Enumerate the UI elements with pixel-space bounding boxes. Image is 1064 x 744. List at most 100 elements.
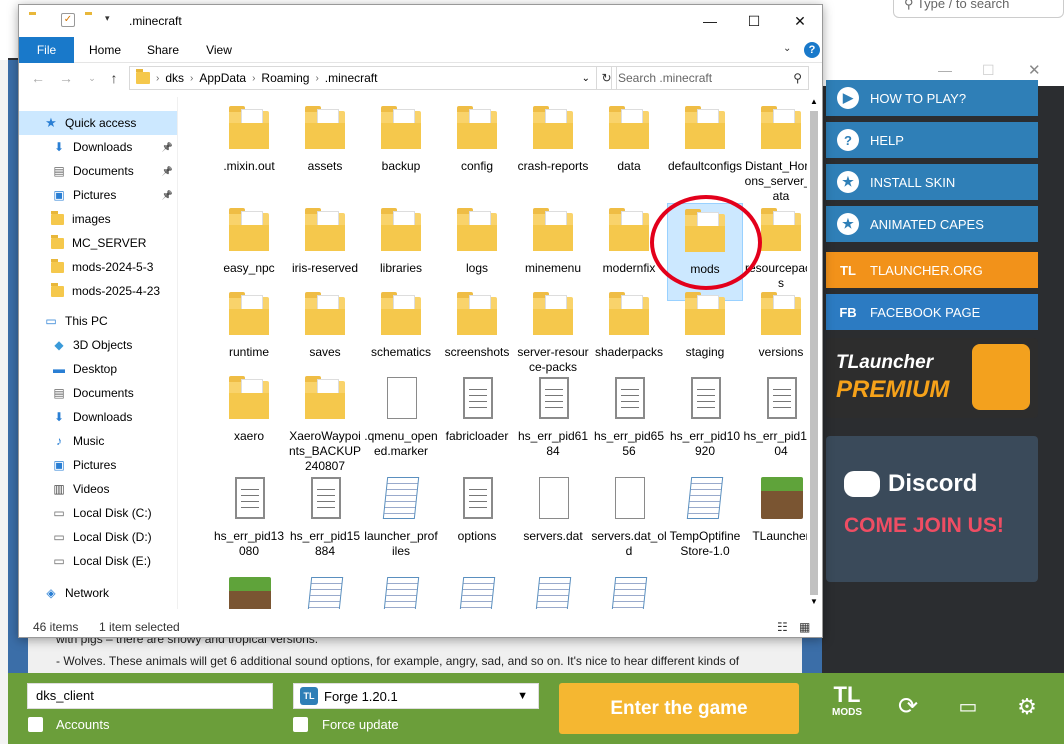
nav-item-folder[interactable]: images: [19, 207, 177, 231]
file-item[interactable]: servers.dat: [515, 471, 591, 569]
animated-capes-button[interactable]: ★ ANIMATED CAPES: [826, 206, 1038, 242]
settings-gear-icon[interactable]: ⚙: [1012, 692, 1042, 722]
file-item[interactable]: hs_err_pid10920: [667, 371, 743, 469]
help-button[interactable]: ? HELP: [826, 122, 1038, 158]
file-item[interactable]: hs_err_pid13080: [211, 471, 287, 569]
nav-item-folder[interactable]: MC_SERVER: [19, 231, 177, 255]
back-arrow-icon[interactable]: ←: [29, 69, 47, 87]
address-dropdown-icon[interactable]: ⌄: [582, 73, 590, 84]
version-select[interactable]: TL Forge 1.20.1 ▼: [293, 683, 539, 709]
folder-item[interactable]: crash-reports: [515, 101, 591, 199]
force-update-checkbox[interactable]: [293, 717, 308, 732]
folder-item[interactable]: Distant_Horizons_server_data: [743, 101, 807, 203]
file-item[interactable]: hs_err_pid15884: [287, 471, 363, 569]
nav-quick-access[interactable]: ★ Quick access: [19, 111, 177, 135]
pane-divider[interactable]: [177, 97, 178, 609]
nav-network[interactable]: ◈ Network: [19, 581, 177, 605]
pin-icon[interactable]: 📌: [162, 190, 173, 201]
file-item[interactable]: options: [439, 471, 515, 569]
background-search-input[interactable]: ⚲ Type / to search: [893, 0, 1064, 18]
nav-this-pc[interactable]: ▭ This PC: [19, 309, 177, 333]
discord-banner[interactable]: Discord COME JOIN US!: [826, 436, 1038, 582]
expand-ribbon-icon[interactable]: ⌄: [783, 43, 791, 54]
forward-arrow-icon[interactable]: →: [57, 69, 75, 87]
file-item[interactable]: servers.dat_old: [591, 471, 667, 569]
file-item[interactable]: TLauncher: [743, 471, 807, 569]
file-item[interactable]: TrashSlotSa: [363, 571, 439, 609]
launcher-minimize-button[interactable]: —: [938, 62, 952, 78]
nav-item-pc[interactable]: ▣ Pictures: [19, 453, 177, 477]
tab-home[interactable]: Home: [81, 37, 129, 63]
nav-item-pc[interactable]: ▬ Desktop: [19, 357, 177, 381]
help-icon[interactable]: ?: [804, 42, 820, 58]
file-item[interactable]: usernamec: [515, 571, 591, 609]
minimize-button[interactable]: —: [687, 5, 733, 37]
facebook-page-link[interactable]: FB FACEBOOK PAGE: [826, 294, 1038, 330]
file-item[interactable]: worlds: [591, 571, 667, 609]
scroll-down-icon[interactable]: ▼: [810, 597, 818, 606]
maximize-button[interactable]: ☐: [731, 5, 777, 37]
nav-item-pc[interactable]: ⬇ Downloads: [19, 405, 177, 429]
folder-item[interactable]: defaultconfigs: [667, 101, 743, 199]
tab-file[interactable]: File: [19, 37, 74, 63]
nav-item-pc[interactable]: ▤ Documents: [19, 381, 177, 405]
folder-item[interactable]: config: [439, 101, 515, 199]
address-bar[interactable]: › dks › AppData › Roaming › .minecraft ⌄: [129, 66, 597, 90]
scrollbar-thumb[interactable]: [810, 111, 818, 595]
nav-item-pc[interactable]: ♪ Music: [19, 429, 177, 453]
nav-item-pictures[interactable]: ▣ Pictures 📌: [19, 183, 177, 207]
close-button[interactable]: ✕: [777, 5, 823, 37]
file-item[interactable]: hs_err_pid6556: [591, 371, 667, 469]
file-item[interactable]: hs_err_pid6184: [515, 371, 591, 469]
customize-toolbar-icon[interactable]: ▾: [105, 13, 119, 27]
file-item[interactable]: .qmenu_opened.marker: [363, 371, 439, 469]
file-item[interactable]: usercache: [439, 571, 515, 609]
tlauncher-org-link[interactable]: TL TLAUNCHER.ORG: [826, 252, 1038, 288]
nav-item-pc[interactable]: ◆ 3D Objects: [19, 333, 177, 357]
tlmods-logo[interactable]: TL MODS: [826, 684, 868, 732]
pin-icon[interactable]: 📌: [162, 166, 173, 177]
file-item[interactable]: TempOptifineStore-1.0: [667, 471, 743, 569]
folder-icon[interactable]: ▭: [953, 692, 983, 722]
nav-item-folder[interactable]: mods-2025-4-23: [19, 279, 177, 303]
folder-item[interactable]: data: [591, 101, 667, 199]
large-icons-view-icon[interactable]: ▦: [799, 617, 810, 638]
folder-item[interactable]: assets: [287, 101, 363, 199]
launcher-maximize-button[interactable]: ☐: [982, 62, 995, 79]
tab-view[interactable]: View: [195, 37, 243, 63]
pin-icon[interactable]: 📌: [162, 142, 173, 153]
accounts-checkbox[interactable]: [28, 717, 43, 732]
search-input[interactable]: Search .minecraft ⚲: [611, 66, 809, 90]
folder-item[interactable]: .mixin.out: [211, 101, 287, 199]
username-input[interactable]: dks_client: [27, 683, 273, 709]
tab-share[interactable]: Share: [139, 37, 187, 63]
breadcrumb-roaming[interactable]: Roaming: [261, 71, 309, 85]
nav-item-pc[interactable]: ▭ Local Disk (C:): [19, 501, 177, 525]
breadcrumb-appdata[interactable]: AppData: [199, 71, 246, 85]
file-item[interactable]: fabricloader: [439, 371, 515, 469]
folder-item[interactable]: xaero: [211, 371, 287, 469]
file-item[interactable]: launcher_profiles: [363, 471, 439, 569]
file-item[interactable]: TLauncher3: [211, 571, 287, 609]
vertical-scrollbar[interactable]: ▲ ▼: [807, 97, 822, 609]
file-item[interactable]: hs_err_pid11104: [743, 371, 807, 469]
how-to-play-button[interactable]: ▶ HOW TO PLAY?: [826, 80, 1038, 116]
nav-item-documents[interactable]: ▤ Documents 📌: [19, 159, 177, 183]
nav-item-pc[interactable]: ▭ Local Disk (E:): [19, 549, 177, 573]
enter-game-button[interactable]: Enter the game: [559, 683, 799, 734]
breadcrumb-dks[interactable]: dks: [165, 71, 184, 85]
properties-icon[interactable]: ✓: [61, 13, 75, 27]
refresh-icon[interactable]: ⟳: [893, 692, 923, 722]
scroll-up-icon[interactable]: ▲: [810, 97, 818, 106]
nav-item-folder[interactable]: mods-2024-5-3: [19, 255, 177, 279]
details-view-icon[interactable]: ☷: [777, 617, 788, 638]
file-item[interactable]: TLauncherP: [287, 571, 363, 609]
premium-banner[interactable]: TLauncher PREMIUM: [826, 338, 1038, 418]
nav-item-pc[interactable]: ▥ Videos: [19, 477, 177, 501]
nav-item-pc[interactable]: ▭ Local Disk (D:): [19, 525, 177, 549]
nav-item-downloads[interactable]: ⬇ Downloads 📌: [19, 135, 177, 159]
folder-item[interactable]: XaeroWaypoints_BACKUP240807: [287, 371, 363, 473]
launcher-close-button[interactable]: ✕: [1028, 61, 1041, 79]
recent-locations-icon[interactable]: ⌄: [83, 69, 101, 87]
folder-item[interactable]: backup: [363, 101, 439, 199]
